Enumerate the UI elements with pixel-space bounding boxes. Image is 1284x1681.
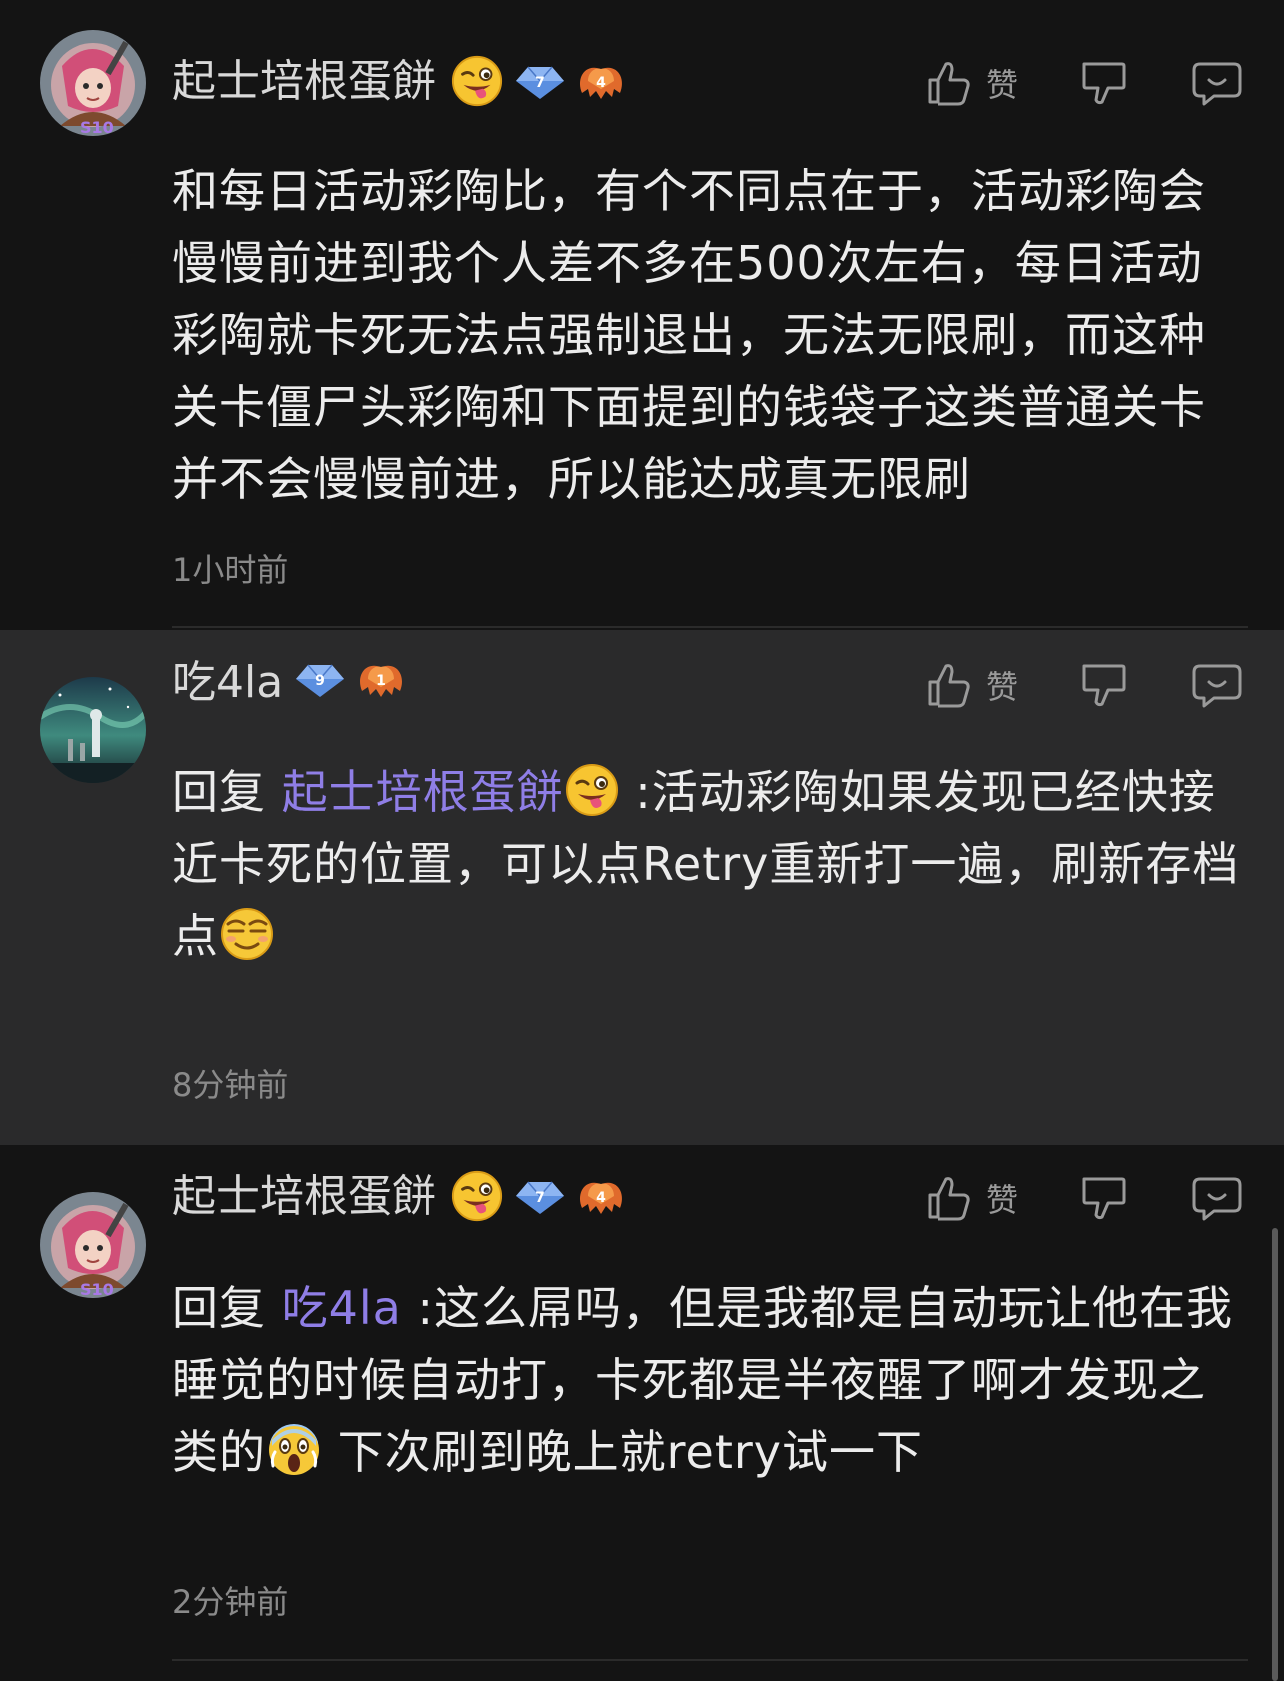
rank-wing-icon: 4: [580, 1182, 622, 1214]
svg-text:4: 4: [596, 75, 606, 91]
level-gem-icon: 7: [515, 66, 565, 100]
like-button[interactable]: 赞: [922, 1171, 1018, 1225]
smug-face-emoji-icon: [220, 907, 274, 961]
svg-text:9: 9: [315, 673, 325, 689]
comment-timestamp: 2分钟前: [172, 1583, 289, 1621]
winking-tongue-emoji-icon: [565, 763, 619, 817]
winking-tongue-emoji-icon: [451, 1170, 503, 1222]
user-badges: 7 4: [450, 1169, 626, 1223]
reply-prefix: 回复: [172, 1281, 282, 1335]
avatar[interactable]: [40, 677, 146, 783]
scrollbar[interactable]: [1272, 1228, 1278, 1681]
comment-timestamp: 1小时前: [172, 551, 289, 589]
divider: [172, 626, 1248, 628]
comment-text-continued: 下次刷到晚上就retry试一下: [322, 1425, 923, 1479]
comment-actions: 赞: [922, 56, 1244, 110]
mention-link[interactable]: 起士培根蛋餅: [282, 765, 564, 819]
like-button[interactable]: 赞: [922, 56, 1018, 110]
rank-wing-icon: 1: [360, 665, 402, 697]
svg-text:7: 7: [535, 1190, 545, 1206]
svg-text:7: 7: [535, 75, 545, 91]
winking-tongue-emoji-icon: [451, 55, 503, 107]
thumbs-down-icon[interactable]: [1076, 56, 1130, 110]
like-label: 赞: [985, 668, 1018, 706]
comment-actions: 赞: [922, 1171, 1244, 1225]
reply-bubble-icon[interactable]: [1190, 1171, 1244, 1225]
divider: [172, 1659, 1248, 1661]
svg-text:4: 4: [596, 1190, 606, 1206]
avatar-image: S10: [40, 30, 146, 136]
user-badges: 9 1: [292, 657, 406, 701]
thumbs-up-icon: [928, 1177, 970, 1221]
like-label: 赞: [985, 66, 1018, 104]
avatar[interactable]: S10: [40, 30, 146, 136]
comment-body: 回复 吃4la :这么屌吗，但是我都是自动玩让他在我睡觉的时候自动打，卡死都是半…: [172, 1272, 1242, 1488]
svg-text:S10: S10: [80, 118, 114, 136]
comment-body: 和每日活动彩陶比，有个不同点在于，活动彩陶会慢慢前进到我个人差不多在500次左右…: [172, 164, 1206, 506]
comment-item-highlighted: 吃4la 9 1 赞 回复 起士培根蛋餅 :活动彩陶如果发现已经快接近卡死的位置…: [0, 630, 1284, 1145]
username[interactable]: 起士培根蛋餅: [172, 54, 436, 110]
comment-body: 回复 起士培根蛋餅 :活动彩陶如果发现已经快接近卡死的位置，可以点Retry重新…: [172, 756, 1242, 972]
comment-timestamp: 8分钟前: [172, 1066, 289, 1104]
like-label: 赞: [985, 1181, 1018, 1219]
comment-item: S10 起士培根蛋餅 7 4 赞 和每日活动彩陶比，有个不同点在于，活动彩陶会慢…: [0, 0, 1284, 628]
mention-link[interactable]: 吃4la: [282, 1281, 402, 1335]
reply-bubble-icon[interactable]: [1190, 56, 1244, 110]
level-gem-icon: 9: [295, 664, 345, 698]
svg-text:S10: S10: [80, 1280, 114, 1298]
like-button[interactable]: 赞: [922, 658, 1018, 712]
thumbs-down-icon[interactable]: [1076, 1171, 1130, 1225]
username[interactable]: 起士培根蛋餅: [172, 1169, 436, 1225]
thumbs-down-icon[interactable]: [1076, 658, 1130, 712]
comment-item: S10 起士培根蛋餅 7 4 赞 回复 吃4la :这么屌吗，但是我都是自动玩让…: [0, 1147, 1284, 1681]
thumbs-up-icon: [928, 62, 970, 106]
avatar-image: [40, 677, 146, 783]
screaming-face-emoji-icon: [267, 1422, 321, 1477]
username[interactable]: 吃4la: [172, 655, 283, 711]
reply-bubble-icon[interactable]: [1190, 658, 1244, 712]
avatar-image: S10: [40, 1192, 146, 1298]
svg-text:1: 1: [376, 673, 386, 689]
thumbs-up-icon: [928, 664, 970, 708]
rank-wing-icon: 4: [580, 67, 622, 99]
user-badges: 7 4: [450, 54, 626, 108]
comment-actions: 赞: [922, 658, 1244, 712]
reply-prefix: 回复: [172, 765, 282, 819]
level-gem-icon: 7: [515, 1181, 565, 1215]
avatar[interactable]: S10: [40, 1192, 146, 1298]
